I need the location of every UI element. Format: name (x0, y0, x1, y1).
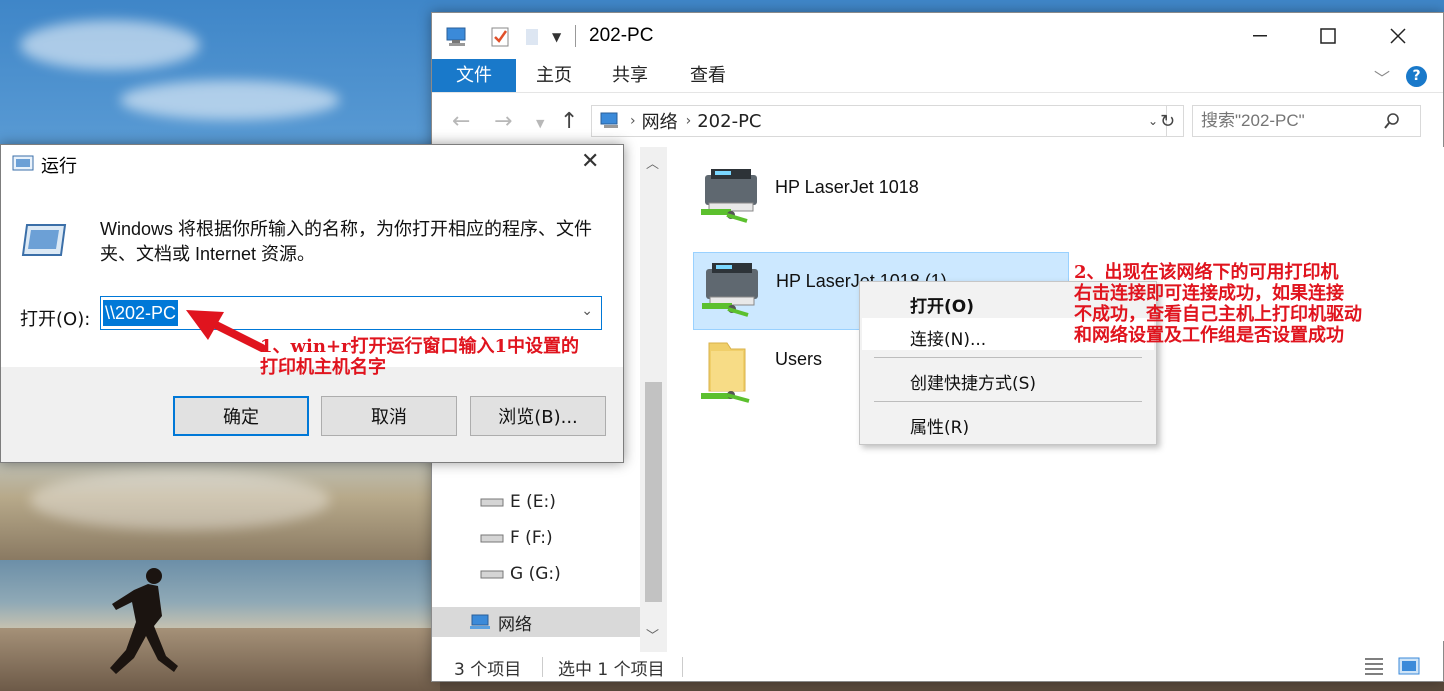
open-label: 打开(O): (20, 309, 91, 330)
sea (0, 560, 440, 630)
nav-item-label: G (G:) (510, 564, 561, 584)
search-input[interactable] (1193, 111, 1383, 131)
annotation-step-1: 1、win+r打开运行窗口输入1中设置的 打印机主机名字 (260, 336, 580, 378)
ok-button[interactable]: 确定 (173, 396, 309, 436)
maximize-button[interactable] (1308, 21, 1348, 51)
cloud (30, 470, 330, 530)
beach (0, 628, 440, 691)
recent-locations-chevron-icon[interactable]: ▼ (536, 117, 544, 130)
expand-ribbon-chevron-icon[interactable]: ﹀ (1374, 65, 1390, 89)
refresh-icon: ↻ (1159, 110, 1176, 132)
network-icon (470, 614, 490, 629)
network-location-icon (600, 112, 618, 128)
properties-check-icon[interactable] (490, 25, 510, 49)
breadcrumb-202-pc[interactable]: 202-PC (697, 111, 761, 132)
selected-count: 选中 1 个项目 (558, 660, 665, 680)
cloud (120, 80, 340, 120)
nav-item-network[interactable]: 网络 (432, 607, 640, 637)
run-dialog: 运行 ✕ Windows 将根据你所输入的名称，为你打开相应的程序、文件夹、文档… (0, 144, 624, 463)
nav-item-label: E (E:) (510, 492, 556, 512)
minimize-button[interactable] (1240, 21, 1280, 51)
item-label: HP LaserJet 1018 (775, 177, 919, 197)
scroll-thumb[interactable] (645, 382, 662, 602)
browse-button[interactable]: 浏览(B)... (470, 396, 606, 436)
nav-pane-scrollbar[interactable]: ︿ ﹀ (640, 147, 667, 652)
nav-item-drive-e[interactable]: E (E:) (480, 487, 556, 517)
title-divider (575, 25, 576, 47)
up-arrow-icon[interactable]: ↑ (560, 109, 578, 134)
drive-icon (480, 498, 504, 507)
refresh-button[interactable]: ↻ (1152, 105, 1184, 137)
menu-item-open[interactable]: 打开(O) (910, 292, 974, 317)
tab-file[interactable]: 文件 (432, 59, 516, 92)
annotation-arrow-icon (186, 310, 266, 352)
tab-view[interactable]: 查看 (678, 59, 738, 92)
breadcrumb-network[interactable]: 网络 (642, 108, 678, 134)
explorer-titlebar[interactable]: ▼ 202-PC (432, 13, 1443, 59)
run-description: Windows 将根据你所输入的名称，为你打开相应的程序、文件夹、文档或 Int… (100, 219, 593, 264)
network-pc-icon (444, 25, 470, 49)
address-toolbar: ← → ▼ ↑ › 网络 › 202-PC ⌄ ↻ (432, 95, 1443, 147)
run-title-icon (12, 155, 34, 171)
menu-separator (874, 401, 1142, 402)
printer-icon (702, 263, 758, 317)
back-arrow-icon[interactable]: ← (452, 109, 470, 134)
help-icon[interactable]: ? (1406, 66, 1427, 87)
menu-item-connect[interactable]: 连接(N)... (910, 325, 986, 350)
folder-icon[interactable] (524, 25, 540, 49)
run-dialog-title: 运行 (41, 156, 77, 177)
scroll-up-icon[interactable]: ︿ (646, 153, 659, 172)
run-command-value[interactable]: \\202-PC (103, 300, 179, 326)
address-box[interactable]: › 网络 › 202-PC ⌄ (591, 105, 1167, 137)
annotation-step-2: 2、出现在该网络下的可用打印机 右击连接即可连接成功，如果连接 不成功，查看自己… (1074, 262, 1362, 346)
run-close-icon[interactable]: ✕ (581, 149, 599, 174)
run-command-input[interactable]: \\202-PC ⌄ (100, 296, 602, 330)
menu-separator (874, 357, 1142, 358)
printer-item[interactable]: HP LaserJet 1018 (697, 165, 1057, 235)
status-divider (542, 657, 543, 677)
drive-icon (480, 534, 504, 543)
menu-item-properties[interactable]: 属性(R) (910, 413, 969, 438)
customize-toolbar-chevron-icon[interactable]: ▼ (552, 25, 561, 49)
drive-icon (480, 570, 504, 579)
large-icons-view-icon[interactable] (1398, 656, 1420, 676)
details-view-icon[interactable] (1364, 657, 1384, 675)
nav-item-drive-g[interactable]: G (G:) (480, 559, 561, 589)
search-box[interactable] (1192, 105, 1421, 137)
nav-item-drive-f[interactable]: F (F:) (480, 523, 553, 553)
close-button[interactable] (1378, 21, 1418, 51)
run-program-icon (21, 224, 67, 256)
item-count: 3 个项目 (454, 660, 522, 680)
tab-share[interactable]: 共享 (600, 59, 660, 92)
item-label: Users (775, 349, 823, 369)
menu-item-create-shortcut[interactable]: 创建快捷方式(S) (910, 369, 1036, 394)
breadcrumb-separator-icon: › (630, 113, 636, 129)
scroll-down-icon[interactable]: ﹀ (646, 625, 659, 644)
status-bar: 3 个项目 选中 1 个项目 (432, 651, 1443, 681)
ribbon: 文件 主页 共享 查看 ﹀ ? (432, 59, 1443, 93)
search-icon[interactable] (1383, 112, 1401, 130)
cloud (20, 20, 200, 70)
forward-arrow-icon[interactable]: → (494, 109, 512, 134)
breadcrumb-separator-icon: › (685, 113, 692, 129)
printer-icon (701, 169, 757, 223)
run-history-chevron-icon[interactable]: ⌄ (581, 303, 593, 319)
window-title: 202-PC (589, 25, 654, 46)
runner-silhouette (110, 568, 178, 674)
status-divider (682, 657, 683, 677)
tab-home[interactable]: 主页 (524, 59, 584, 92)
cancel-button[interactable]: 取消 (321, 396, 457, 436)
nav-item-label: 网络 (498, 614, 532, 635)
shared-folder-icon (701, 342, 750, 403)
nav-item-label: F (F:) (510, 528, 553, 548)
